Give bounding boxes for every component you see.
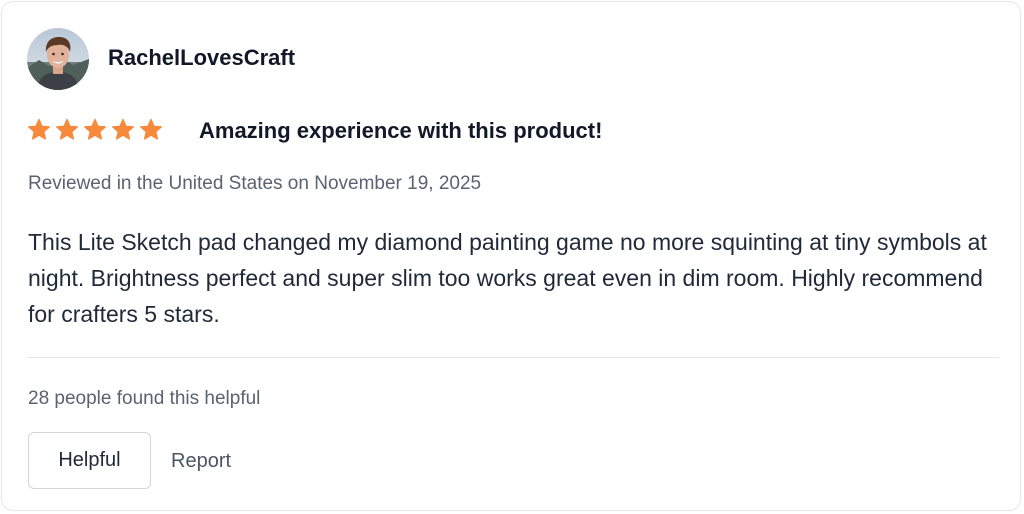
star-icon	[139, 118, 163, 144]
avatar[interactable]	[27, 28, 89, 90]
reviewer-name[interactable]: RachelLovesCraft	[108, 43, 295, 73]
star-icon	[111, 118, 135, 144]
report-link[interactable]: Report	[171, 447, 231, 475]
user-photo-icon	[27, 28, 89, 90]
star-icon	[83, 118, 107, 144]
star-icon	[27, 118, 51, 144]
star-icon	[55, 118, 79, 144]
helpful-count: 28 people found this helpful	[28, 388, 261, 409]
review-body: This Lite Sketch pad changed my diamond …	[28, 229, 987, 327]
review-title: Amazing experience with this product!	[199, 118, 603, 143]
review-card: RachelLovesCraft Amazing experience with…	[1, 1, 1021, 511]
star-rating	[27, 118, 163, 144]
helpful-button[interactable]: Helpful	[28, 432, 151, 489]
divider	[27, 357, 999, 358]
review-date: Reviewed in the United States on Novembe…	[28, 173, 482, 194]
